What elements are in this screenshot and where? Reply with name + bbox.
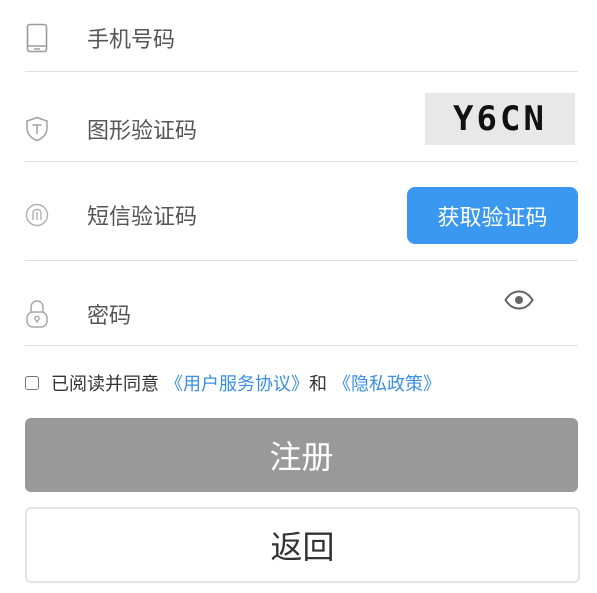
phone-icon [25,23,49,53]
privacy-link[interactable]: 《隐私政策》 [333,370,441,396]
sms-code-row: 获取验证码 [25,162,578,261]
sms-code-input[interactable] [87,200,387,234]
agreement-conjunction: 和 [309,374,327,395]
password-row [25,261,578,346]
agreement-row: 已阅读并同意 《用户服务协议》 和 《隐私政策》 [25,370,441,396]
register-button[interactable]: 注册 [25,418,578,492]
sms-code-icon [25,200,49,230]
captcha-image[interactable]: Y6CN [425,93,575,145]
agreement-checkbox[interactable] [25,376,39,390]
terms-link[interactable]: 《用户服务协议》 [165,370,309,396]
captcha-row: Y6CN [25,72,578,162]
agreement-prefix: 已阅读并同意 [51,374,159,395]
phone-row [25,0,578,72]
shield-icon [25,114,49,144]
lock-icon [25,299,49,329]
back-button[interactable]: 返回 [25,507,580,583]
password-input[interactable] [87,299,387,333]
phone-input[interactable] [87,23,387,57]
get-code-button[interactable]: 获取验证码 [407,187,578,244]
eye-icon[interactable] [504,289,534,311]
captcha-input[interactable] [87,114,387,148]
